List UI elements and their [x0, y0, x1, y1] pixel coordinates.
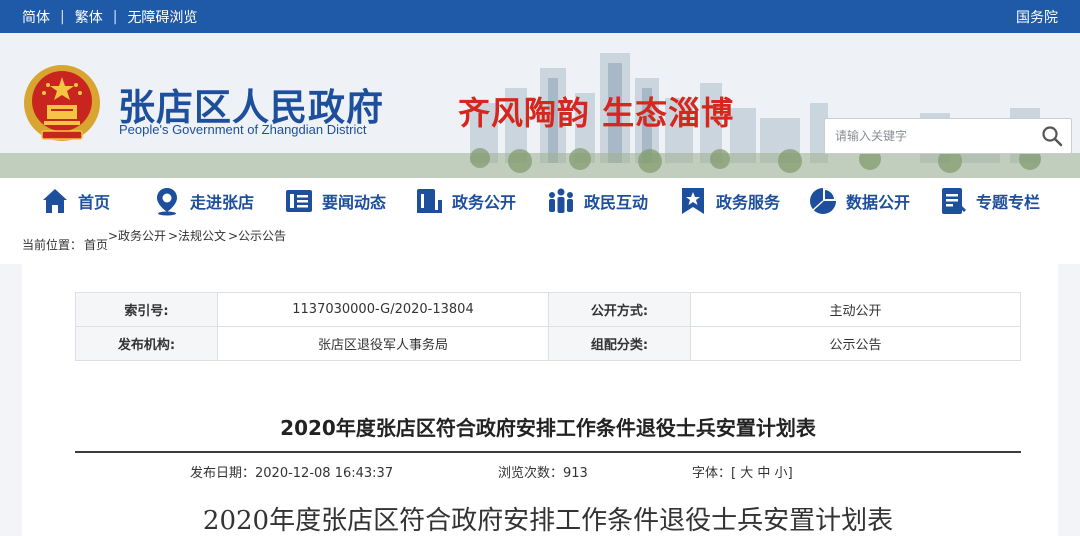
breadcrumb-regulations[interactable]: >法规公文 — [168, 229, 226, 244]
breadcrumb-prefix: 当前位置： — [22, 238, 83, 252]
font-size-label: 字体： — [692, 466, 732, 481]
article-body-title: 2020年度张店区符合政府安排工作条件退役士兵安置计划表 — [202, 506, 894, 536]
nav-item-data[interactable]: 数据公开 — [808, 178, 910, 224]
nav-item-public-affairs[interactable]: 政务公开 — [414, 178, 516, 224]
font-size-selector: 字体：[ 大 中 小] — [692, 462, 793, 481]
search-input[interactable] — [825, 119, 1035, 153]
notepad-icon — [942, 188, 966, 214]
state-council-link[interactable]: 国务院 — [1016, 7, 1058, 27]
font-small-button[interactable]: 小 — [775, 466, 788, 481]
category-value: 公示公告 — [690, 326, 1021, 361]
document-meta-table: 索引号: 1137030000-G/2020-13804 公开方式: 主动公开 … — [75, 292, 1021, 361]
pie-chart-icon — [810, 188, 836, 214]
font-medium-button[interactable]: 中 — [757, 466, 770, 481]
index-label: 索引号: — [75, 292, 218, 327]
bracket-close: ] — [787, 466, 793, 481]
nav-label: 要闻动态 — [322, 193, 387, 212]
home-icon — [43, 189, 67, 213]
nav-item-news[interactable]: 要闻动态 — [284, 178, 386, 224]
breadcrumb-home[interactable]: 首页 — [84, 236, 108, 253]
publish-date-label: 发布日期： — [190, 466, 256, 481]
nav-label: 首页 — [78, 193, 111, 212]
header-banner: 张店区人民政府 People's Government of Zhangdian… — [0, 33, 1080, 178]
bracket-open: [ — [731, 466, 737, 481]
news-icon — [286, 190, 312, 212]
index-value: 1137030000-G/2020-13804 — [217, 292, 549, 327]
font-large-button[interactable]: 大 — [740, 466, 753, 481]
title-divider — [75, 451, 1021, 453]
nav-label: 走进张店 — [190, 193, 255, 212]
nav-item-home[interactable]: 首页 — [40, 178, 110, 224]
search-box — [824, 118, 1072, 154]
issuing-org-value: 张店区退役军人事务局 — [217, 326, 549, 361]
publish-date-value: 2020-12-08 16:43:37 — [255, 466, 394, 481]
search-icon[interactable] — [1041, 125, 1063, 147]
nav-label: 专题专栏 — [976, 193, 1041, 212]
breadcrumb-public-affairs[interactable]: >政务公开 — [108, 229, 166, 244]
nav-item-interaction[interactable]: 政民互动 — [546, 178, 648, 224]
nav-item-services[interactable]: 政务服务 — [678, 178, 780, 224]
slogan: 齐风陶韵 生态淄博 — [458, 94, 735, 132]
simplified-chinese-link[interactable]: 简体 — [22, 7, 50, 27]
nav-label: 政民互动 — [584, 193, 649, 212]
nav-label: 政务公开 — [452, 193, 517, 212]
nav-label: 数据公开 — [846, 193, 911, 212]
article-title: 2020年度张店区符合政府安排工作条件退役士兵安置计划表 — [280, 416, 816, 440]
accessibility-link[interactable]: 无障碍浏览 — [127, 7, 197, 27]
publish-date: 发布日期：2020-12-08 16:43:37 — [190, 462, 393, 481]
category-label: 组配分类: — [548, 326, 691, 361]
table-row: 索引号: 1137030000-G/2020-13804 公开方式: 主动公开 — [75, 292, 1021, 327]
location-pin-icon — [157, 188, 177, 216]
site-subtitle: People's Government of Zhangdian Distric… — [119, 122, 367, 137]
top-bar: 简体 | 繁体 | 无障碍浏览 国务院 — [0, 0, 1080, 33]
top-right: 国务院 — [1016, 0, 1058, 33]
issuing-org-label: 发布机构: — [75, 326, 218, 361]
view-count-value: 913 — [563, 466, 588, 481]
nav-item-special[interactable]: 专题专栏 — [938, 178, 1040, 224]
divider: | — [112, 8, 118, 25]
national-emblem-logo — [24, 65, 100, 141]
nav-label: 政务服务 — [716, 193, 781, 212]
people-icon — [549, 188, 573, 213]
nav-item-about[interactable]: 走进张店 — [152, 178, 254, 224]
breadcrumb-announcements[interactable]: >公示公告 — [228, 229, 286, 244]
publish-mode-label: 公开方式: — [548, 292, 691, 327]
main-nav: 首页 走进张店 要闻动态 政务公开 政民互动 政务服务 数据公开 专题专栏 — [0, 178, 1080, 224]
view-count: 浏览次数：913 — [498, 462, 588, 481]
publish-mode-value: 主动公开 — [690, 292, 1021, 327]
document-icon — [417, 189, 442, 213]
table-row: 发布机构: 张店区退役军人事务局 组配分类: 公示公告 — [75, 326, 1021, 361]
star-bookmark-icon — [682, 188, 704, 214]
divider: | — [60, 8, 65, 25]
top-links: 简体 | 繁体 | 无障碍浏览 — [22, 0, 197, 33]
traditional-chinese-link[interactable]: 繁体 — [75, 7, 103, 27]
view-count-label: 浏览次数： — [498, 466, 564, 481]
